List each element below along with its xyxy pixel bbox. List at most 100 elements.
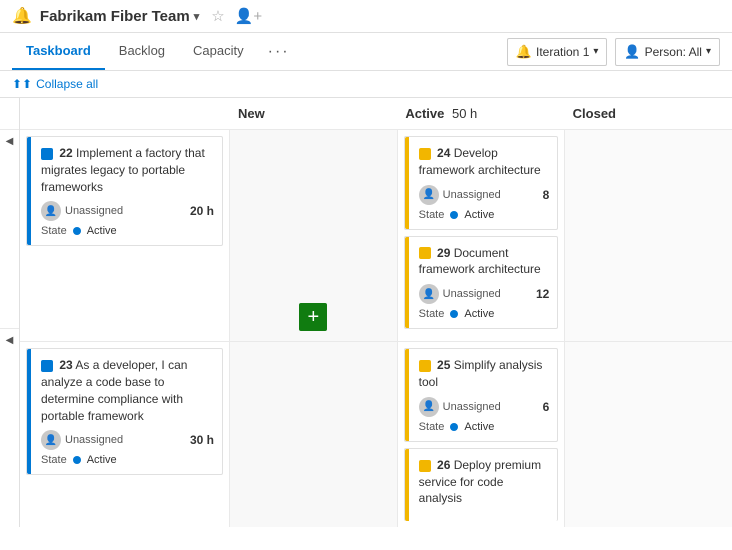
card-24-title: 24 Develop framework architecture	[419, 145, 550, 179]
card-26-id: 26	[437, 458, 450, 472]
row2-unassigned-col: 23 As a developer, I can analyze a code …	[20, 342, 230, 527]
card-23-state: State Active	[41, 454, 214, 466]
iteration-label: Iteration 1	[536, 45, 589, 59]
card-25-body: 25 Simplify analysis tool 👤 Unassigned 6	[413, 357, 550, 433]
card-23[interactable]: 23 As a developer, I can analyze a code …	[26, 348, 223, 475]
star-icon[interactable]: ☆	[211, 7, 224, 25]
card-22-type-icon	[41, 148, 53, 160]
card-29-title: 29 Document framework architecture	[419, 245, 550, 279]
row2-new-col	[230, 342, 398, 527]
tab-capacity[interactable]: Capacity	[179, 33, 258, 70]
card-25-assignee: Unassigned	[443, 401, 501, 413]
row1-unassigned-col: 22 Implement a factory that migrates leg…	[20, 130, 230, 341]
active-col-hours: 50 h	[452, 106, 477, 121]
card-22-hours: 20 h	[190, 204, 214, 218]
card-23-state-dot	[73, 456, 81, 464]
card-24-hours: 8	[543, 188, 550, 202]
nav-bar: Taskboard Backlog Capacity ··· 🔔 Iterati…	[0, 33, 732, 71]
card-29-body: 29 Document framework architecture 👤 Una…	[413, 245, 550, 321]
collapse-all-icon: ⬆⬆	[12, 77, 32, 91]
new-col-label: New	[238, 106, 265, 121]
card-22-avatar: 👤	[41, 201, 61, 221]
card-24-bar	[405, 137, 409, 229]
swimlanes: 22 Implement a factory that migrates leg…	[20, 130, 732, 527]
card-22-meta: 👤 Unassigned 20 h	[41, 201, 214, 221]
tab-backlog[interactable]: Backlog	[105, 33, 179, 70]
team-name[interactable]: Fabrikam Fiber Team ▾	[40, 8, 199, 25]
add-people-icon[interactable]: 👤+	[235, 7, 262, 25]
collapse-all-label: Collapse all	[36, 77, 98, 91]
card-22-id: 22	[59, 146, 72, 160]
card-23-title: 23 As a developer, I can analyze a code …	[41, 357, 214, 424]
active-col-label: Active	[405, 106, 444, 121]
closed-col-label: Closed	[573, 106, 616, 121]
card-24-meta: 👤 Unassigned 8	[419, 185, 550, 205]
collapse-all-button[interactable]: ⬆⬆ Collapse all	[12, 77, 98, 91]
card-24[interactable]: 24 Develop framework architecture 👤 Unas…	[404, 136, 559, 230]
card-29-assignee: Unassigned	[443, 288, 501, 300]
card-25-title: 25 Simplify analysis tool	[419, 357, 550, 391]
card-24-type-icon	[419, 148, 431, 160]
card-22-title: 22 Implement a factory that migrates leg…	[41, 145, 214, 195]
card-29-state: State Active	[419, 308, 550, 320]
row1-closed-col	[565, 130, 732, 341]
top-bar: 🔔 Fabrikam Fiber Team ▾ ☆ 👤+	[0, 0, 732, 33]
card-24-assignee: Unassigned	[443, 189, 501, 201]
card-25-state-label: Active	[464, 421, 494, 433]
card-22[interactable]: 22 Implement a factory that migrates leg…	[26, 136, 223, 246]
card-25-avatar: 👤	[419, 397, 439, 417]
card-29[interactable]: 29 Document framework architecture 👤 Una…	[404, 236, 559, 330]
team-icon: 🔔	[12, 6, 32, 26]
card-25-type-icon	[419, 360, 431, 372]
swimlane-row-1: 22 Implement a factory that migrates leg…	[20, 130, 732, 342]
card-23-meta: 👤 Unassigned 30 h	[41, 430, 214, 450]
row2-collapse-icon[interactable]: ◀	[6, 335, 14, 346]
card-24-state: State Active	[419, 209, 550, 221]
card-23-id: 23	[59, 358, 72, 372]
card-23-state-label: Active	[87, 454, 117, 466]
card-24-avatar: 👤	[419, 185, 439, 205]
card-24-assigned: 👤 Unassigned	[419, 185, 501, 205]
card-25-bar	[405, 349, 409, 441]
card-26-body: 26 Deploy premium service for code analy…	[413, 457, 550, 507]
card-23-type-icon	[41, 360, 53, 372]
add-task-button[interactable]: +	[299, 303, 327, 331]
nav-right: 🔔 Iteration 1 ▾ 👤 Person: All ▾	[507, 38, 720, 66]
card-29-hours: 12	[536, 287, 549, 301]
row-labels: ◀ ◀	[0, 98, 20, 527]
row1-active-col: 24 Develop framework architecture 👤 Unas…	[398, 130, 566, 341]
card-22-assignee: Unassigned	[65, 205, 123, 217]
board-toolbar: ⬆⬆ Collapse all	[0, 71, 732, 98]
card-25-meta: 👤 Unassigned 6	[419, 397, 550, 417]
person-selector[interactable]: 👤 Person: All ▾	[615, 38, 720, 66]
card-22-state: State Active	[41, 225, 214, 237]
card-26-title: 26 Deploy premium service for code analy…	[419, 457, 550, 507]
card-25-state-dot	[450, 423, 458, 431]
col-header-new: New	[230, 106, 397, 121]
card-22-state-label: Active	[87, 225, 117, 237]
card-23-hours: 30 h	[190, 433, 214, 447]
row2-active-col: 25 Simplify analysis tool 👤 Unassigned 6	[398, 342, 566, 527]
card-25-hours: 6	[543, 400, 550, 414]
card-25[interactable]: 25 Simplify analysis tool 👤 Unassigned 6	[404, 348, 559, 442]
col-header-closed: Closed	[565, 106, 732, 121]
card-26[interactable]: 26 Deploy premium service for code analy…	[404, 448, 559, 521]
card-24-state-dot	[450, 211, 458, 219]
card-29-meta: 👤 Unassigned 12	[419, 284, 550, 304]
card-26-bar	[405, 449, 409, 521]
column-headers: New Active 50 h Closed	[20, 98, 732, 130]
person-label: Person: All	[645, 45, 702, 59]
card-26-type-icon	[419, 460, 431, 472]
card-29-type-icon	[419, 247, 431, 259]
person-chevron-icon: ▾	[706, 46, 711, 57]
team-chevron-icon[interactable]: ▾	[194, 10, 200, 23]
row2-closed-col	[565, 342, 732, 527]
row1-collapse-icon[interactable]: ◀	[6, 136, 14, 147]
card-29-assigned: 👤 Unassigned	[419, 284, 501, 304]
iteration-selector[interactable]: 🔔 Iteration 1 ▾	[507, 38, 608, 66]
row1-new-col: +	[230, 130, 398, 341]
more-options[interactable]: ···	[258, 35, 300, 69]
card-29-state-dot	[450, 310, 458, 318]
card-22-bar	[27, 137, 31, 245]
tab-taskboard[interactable]: Taskboard	[12, 33, 105, 70]
